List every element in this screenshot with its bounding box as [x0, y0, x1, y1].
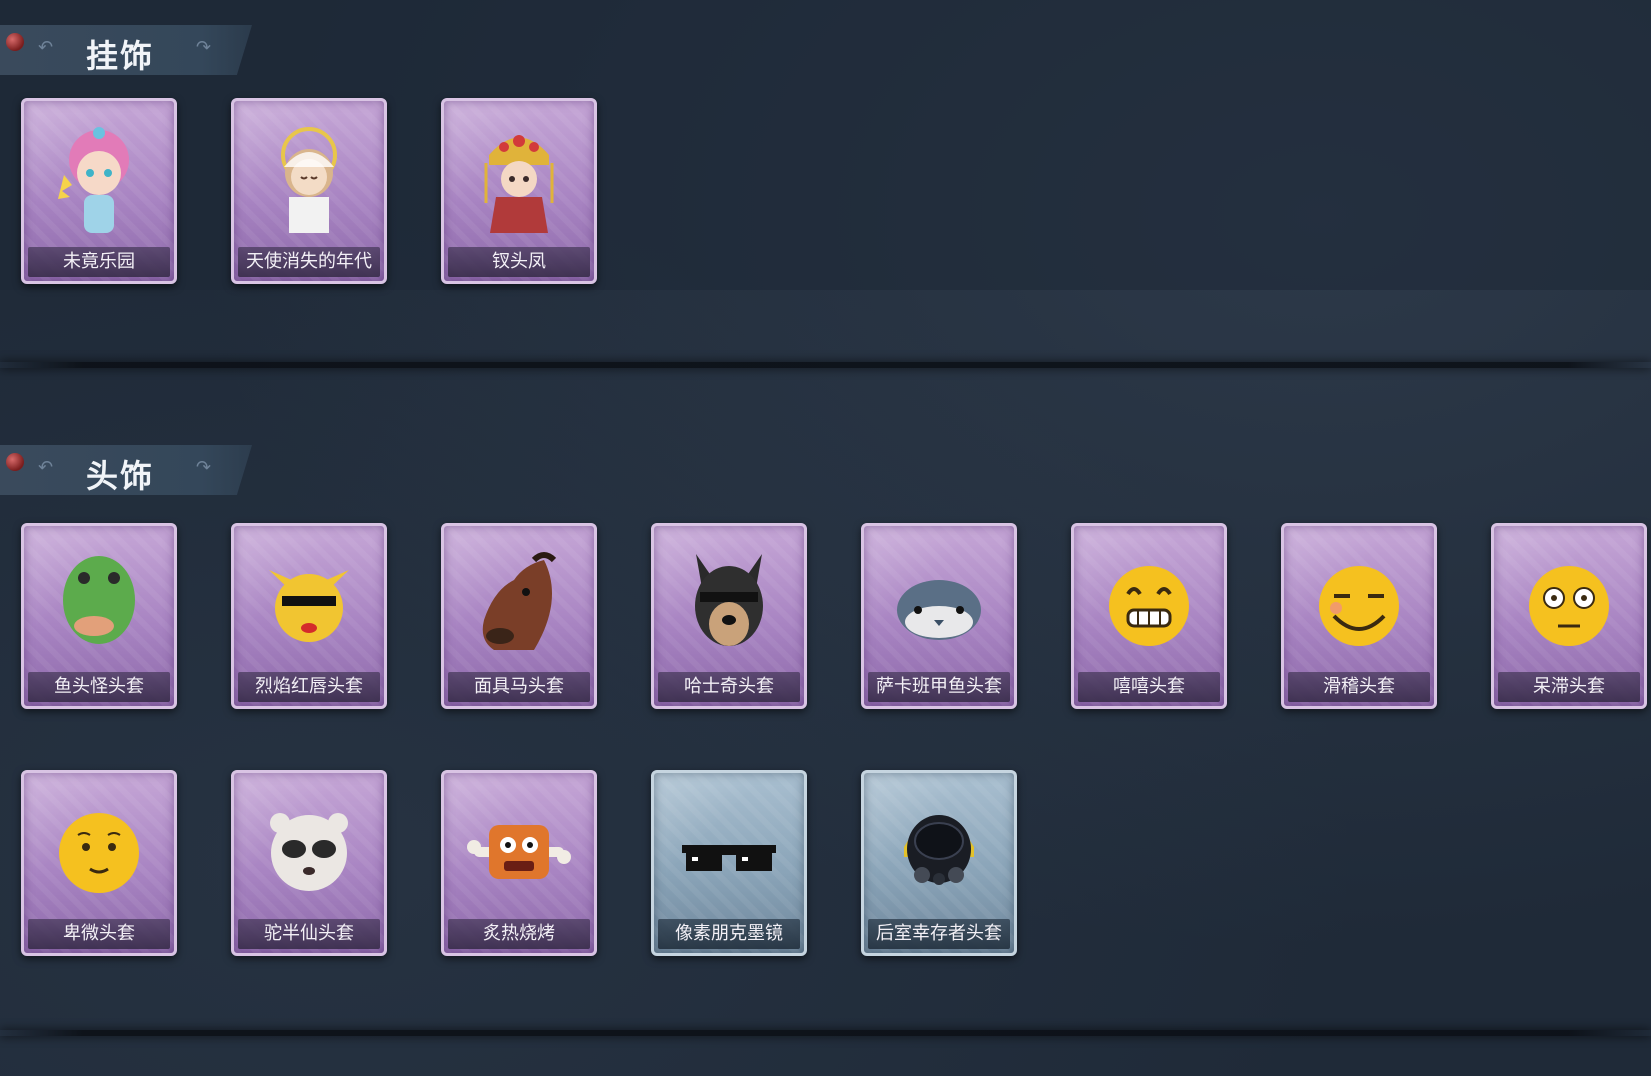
item-label: 天使消失的年代	[238, 247, 380, 277]
item-label: 未竟乐园	[28, 247, 170, 277]
pin-icon	[6, 453, 24, 471]
gas-mask-helmet-icon	[864, 787, 1014, 917]
item-card[interactable]: 鱼头怪头套	[21, 523, 177, 709]
item-label: 烈焰红唇头套	[238, 672, 380, 702]
bbq-meat-mask-icon	[444, 787, 594, 917]
item-label: 驼半仙头套	[238, 919, 380, 949]
swirl-right-icon: ↷	[196, 457, 212, 478]
pixel-sunglasses-icon	[654, 787, 804, 917]
humble-emoji-mask-icon	[24, 787, 174, 917]
item-card[interactable]: 卑微头套	[21, 770, 177, 956]
section-title: 挂饰	[86, 37, 155, 75]
item-card[interactable]: 面具马头套	[441, 523, 597, 709]
alpaca-sunglasses-mask-icon	[234, 787, 384, 917]
grinning-emoji-mask-icon	[1074, 540, 1224, 670]
item-card[interactable]: 未竟乐园	[21, 98, 177, 284]
section-title: 头饰	[86, 457, 155, 495]
item-card[interactable]: 滑稽头套	[1281, 523, 1437, 709]
item-label: 钗头凤	[448, 247, 590, 277]
item-label: 像素朋克墨镜	[658, 919, 800, 949]
item-card[interactable]: 炙热烧烤	[441, 770, 597, 956]
yellow-mouse-mask-icon	[234, 540, 384, 670]
item-label: 后室幸存者头套	[868, 919, 1010, 949]
item-label: 嘻嘻头套	[1078, 672, 1220, 702]
item-card[interactable]: 呆滞头套	[1491, 523, 1647, 709]
item-card[interactable]: 后室幸存者头套	[861, 770, 1017, 956]
smirk-emoji-mask-icon	[1284, 540, 1434, 670]
section-header-charms: ↶ 挂饰 ↷	[0, 25, 252, 75]
fish-head-mask-icon	[24, 540, 174, 670]
item-card[interactable]: 钗头凤	[441, 98, 597, 284]
sacabambaspis-mask-icon	[864, 540, 1014, 670]
swirl-left-icon: ↶	[38, 457, 54, 478]
angel-doll-charm-icon	[234, 115, 384, 245]
swirl-right-icon: ↷	[196, 37, 212, 58]
item-card[interactable]: 萨卡班甲鱼头套	[861, 523, 1017, 709]
husky-head-mask-icon	[654, 540, 804, 670]
dazed-emoji-mask-icon	[1494, 540, 1644, 670]
item-card[interactable]: 哈士奇头套	[651, 523, 807, 709]
section-header-headwear: ↶ 头饰 ↷	[0, 445, 252, 495]
item-label: 卑微头套	[28, 919, 170, 949]
item-label: 鱼头怪头套	[28, 672, 170, 702]
section-divider	[0, 1030, 1651, 1036]
item-label: 萨卡班甲鱼头套	[868, 672, 1010, 702]
item-card[interactable]: 烈焰红唇头套	[231, 523, 387, 709]
item-card[interactable]: 像素朋克墨镜	[651, 770, 807, 956]
item-label: 滑稽头套	[1288, 672, 1430, 702]
horse-head-mask-icon	[444, 540, 594, 670]
item-label: 炙热烧烤	[448, 919, 590, 949]
item-card[interactable]: 天使消失的年代	[231, 98, 387, 284]
phoenix-crown-doll-charm-icon	[444, 115, 594, 245]
item-card[interactable]: 嘻嘻头套	[1071, 523, 1227, 709]
item-label: 哈士奇头套	[658, 672, 800, 702]
swirl-left-icon: ↶	[38, 37, 54, 58]
pin-icon	[6, 33, 24, 51]
fairy-doll-charm-icon	[24, 115, 174, 245]
item-label: 呆滞头套	[1498, 672, 1640, 702]
item-label: 面具马头套	[448, 672, 590, 702]
item-card[interactable]: 驼半仙头套	[231, 770, 387, 956]
section-divider	[0, 362, 1651, 368]
